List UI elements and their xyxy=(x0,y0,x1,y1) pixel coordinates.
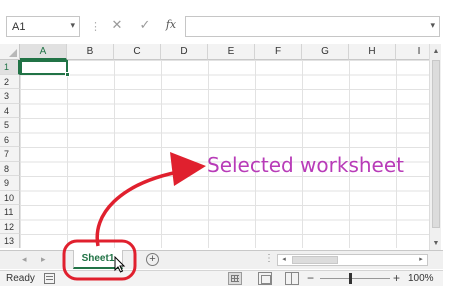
annotation-arrow-head xyxy=(170,152,206,186)
annotation-arrow-line xyxy=(95,170,179,247)
annotation-label: Selected worksheet xyxy=(207,153,405,177)
mouse-cursor-icon xyxy=(114,256,126,273)
annotation-overlay xyxy=(62,152,206,281)
